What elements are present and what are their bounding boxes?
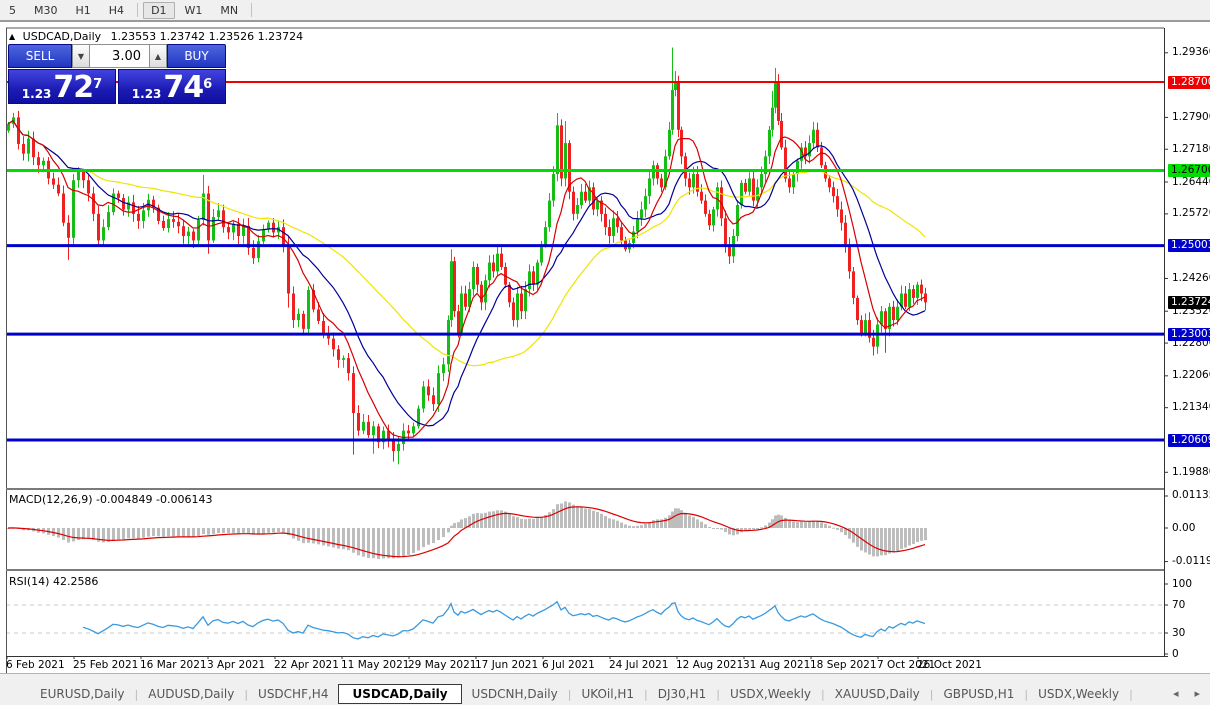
price-tick-label: 1.19880 — [1172, 466, 1210, 479]
timeframe-toolbar: 5M30H1H4 D1W1MN — [0, 0, 1210, 22]
date-tick-label: 26 Oct 2021 — [917, 659, 982, 672]
tab-scroll-left-icon[interactable]: ◂ — [1173, 687, 1179, 700]
price-badge: 1.20609 — [1168, 434, 1210, 447]
date-tick-label: 16 Mar 2021 — [140, 659, 207, 672]
volume-decrease-button[interactable]: ▼ — [72, 44, 90, 68]
tab-ukoil-h1[interactable]: UKOil,H1 — [571, 685, 644, 703]
rsi-tick-label: 70 — [1172, 599, 1185, 612]
chart-tab-bar: EURUSD,Daily|AUDUSD,Daily|USDCHF,H4USDCA… — [0, 683, 1210, 705]
date-tick-label: 22 Apr 2021 — [274, 659, 339, 672]
toolbar-separator — [251, 3, 252, 17]
price-tick-label: 1.25720 — [1172, 207, 1210, 220]
timeframe-buttons: 5M30H1H4 D1W1MN — [0, 2, 256, 19]
price-badge: 1.23724 — [1168, 296, 1210, 309]
rsi-tick-label: 0 — [1172, 648, 1179, 661]
timeframe-button-w1[interactable]: W1 — [177, 2, 211, 19]
tab-usdx-weekly[interactable]: USDX,Weekly — [720, 685, 821, 703]
chart-title: ▲ USDCAD,Daily 1.23553 1.23742 1.23526 1… — [9, 30, 303, 43]
price-badge: 1.23003 — [1168, 328, 1210, 341]
symbol-name: USDCAD,Daily — [23, 30, 102, 43]
macd-tick-label: 0.01135 — [1172, 489, 1210, 502]
timeframe-button-d1[interactable]: D1 — [143, 2, 174, 19]
tab-xauusd-daily[interactable]: XAUUSD,Daily — [825, 685, 930, 703]
rsi-indicator-label: RSI(14) 42.2586 — [9, 575, 98, 588]
tab-dj30-h1[interactable]: DJ30,H1 — [648, 685, 717, 703]
price-badge: 1.25003 — [1168, 239, 1210, 252]
sell-price-quote[interactable]: 1.23 72 7 — [8, 69, 116, 104]
date-tick-label: 24 Jul 2021 — [609, 659, 668, 672]
date-tick-label: 11 May 2021 — [341, 659, 409, 672]
buy-price-main: 74 — [163, 74, 203, 102]
price-tick-label: 1.21340 — [1172, 401, 1210, 414]
buy-price-prefix: 1.23 — [132, 86, 162, 102]
timeframe-button-5[interactable]: 5 — [1, 2, 24, 19]
price-badge: 1.26700 — [1168, 164, 1210, 177]
timeframe-button-m30[interactable]: M30 — [26, 2, 66, 19]
timeframe-button-mn[interactable]: MN — [212, 2, 246, 19]
buy-price-pip: 6 — [203, 72, 212, 98]
one-click-trading-panel: SELL ▼ 3.00 ▲ BUY 1.23 72 7 1.23 74 6 — [8, 44, 226, 104]
volume-increase-button[interactable]: ▲ — [149, 44, 167, 68]
price-tick-label: 1.24260 — [1172, 272, 1210, 285]
price-tick-label: 1.27900 — [1172, 111, 1210, 124]
macd-tick-label: 0.00 — [1172, 522, 1195, 535]
collapse-arrow-icon[interactable]: ▲ — [9, 32, 15, 41]
rsi-tick-label: 30 — [1172, 627, 1185, 640]
tab-usdcnh-daily[interactable]: USDCNH,Daily — [462, 685, 568, 703]
rsi-tick-label: 100 — [1172, 578, 1192, 591]
chart-canvas[interactable] — [0, 0, 1210, 705]
tab-usdx-weekly[interactable]: USDX,Weekly — [1028, 685, 1129, 703]
chart-tabs: EURUSD,Daily|AUDUSD,Daily|USDCHF,H4USDCA… — [30, 684, 1133, 704]
date-tick-label: 6 Feb 2021 — [6, 659, 65, 672]
macd-tick-label: -0.011904 — [1172, 555, 1210, 568]
sell-price-pip: 7 — [93, 72, 102, 98]
date-tick-label: 17 Jun 2021 — [475, 659, 538, 672]
price-tick-label: 1.22060 — [1172, 369, 1210, 382]
toolbar-separator — [137, 3, 138, 17]
timeframe-button-h1[interactable]: H1 — [68, 2, 99, 19]
date-tick-label: 3 Apr 2021 — [207, 659, 265, 672]
sell-price-prefix: 1.23 — [22, 86, 52, 102]
date-tick-label: 18 Sep 2021 — [810, 659, 877, 672]
date-tick-label: 25 Feb 2021 — [73, 659, 138, 672]
buy-price-quote[interactable]: 1.23 74 6 — [118, 69, 226, 104]
date-tick-label: 29 May 2021 — [408, 659, 476, 672]
date-tick-label: 12 Aug 2021 — [676, 659, 743, 672]
tab-separator: | — [1129, 688, 1133, 701]
buy-button[interactable]: BUY — [167, 44, 226, 68]
price-tick-label: 1.26440 — [1172, 176, 1210, 189]
price-tick-label: 1.27180 — [1172, 143, 1210, 156]
tab-usdcad-daily[interactable]: USDCAD,Daily — [338, 684, 461, 704]
timeframe-button-h4[interactable]: H4 — [101, 2, 132, 19]
price-badge: 1.28700 — [1168, 76, 1210, 89]
ohlc-values: 1.23553 1.23742 1.23526 1.23724 — [111, 30, 303, 43]
date-tick-label: 31 Aug 2021 — [743, 659, 810, 672]
macd-indicator-label: MACD(12,26,9) -0.004849 -0.006143 — [9, 493, 212, 506]
tab-eurusd-daily[interactable]: EURUSD,Daily — [30, 685, 135, 703]
date-tick-label: 6 Jul 2021 — [542, 659, 595, 672]
tab-scroll-controls: ◂ ▸ — [1173, 687, 1200, 700]
price-tick-label: 1.29360 — [1172, 46, 1210, 59]
volume-field[interactable]: 3.00 — [90, 44, 149, 68]
sell-price-main: 72 — [53, 74, 93, 102]
sell-button[interactable]: SELL — [8, 44, 72, 68]
tab-scroll-right-icon[interactable]: ▸ — [1194, 687, 1200, 700]
tab-usdchf-h4[interactable]: USDCHF,H4 — [248, 685, 338, 703]
tab-gbpusd-h1[interactable]: GBPUSD,H1 — [933, 685, 1024, 703]
tab-audusd-daily[interactable]: AUDUSD,Daily — [138, 685, 244, 703]
